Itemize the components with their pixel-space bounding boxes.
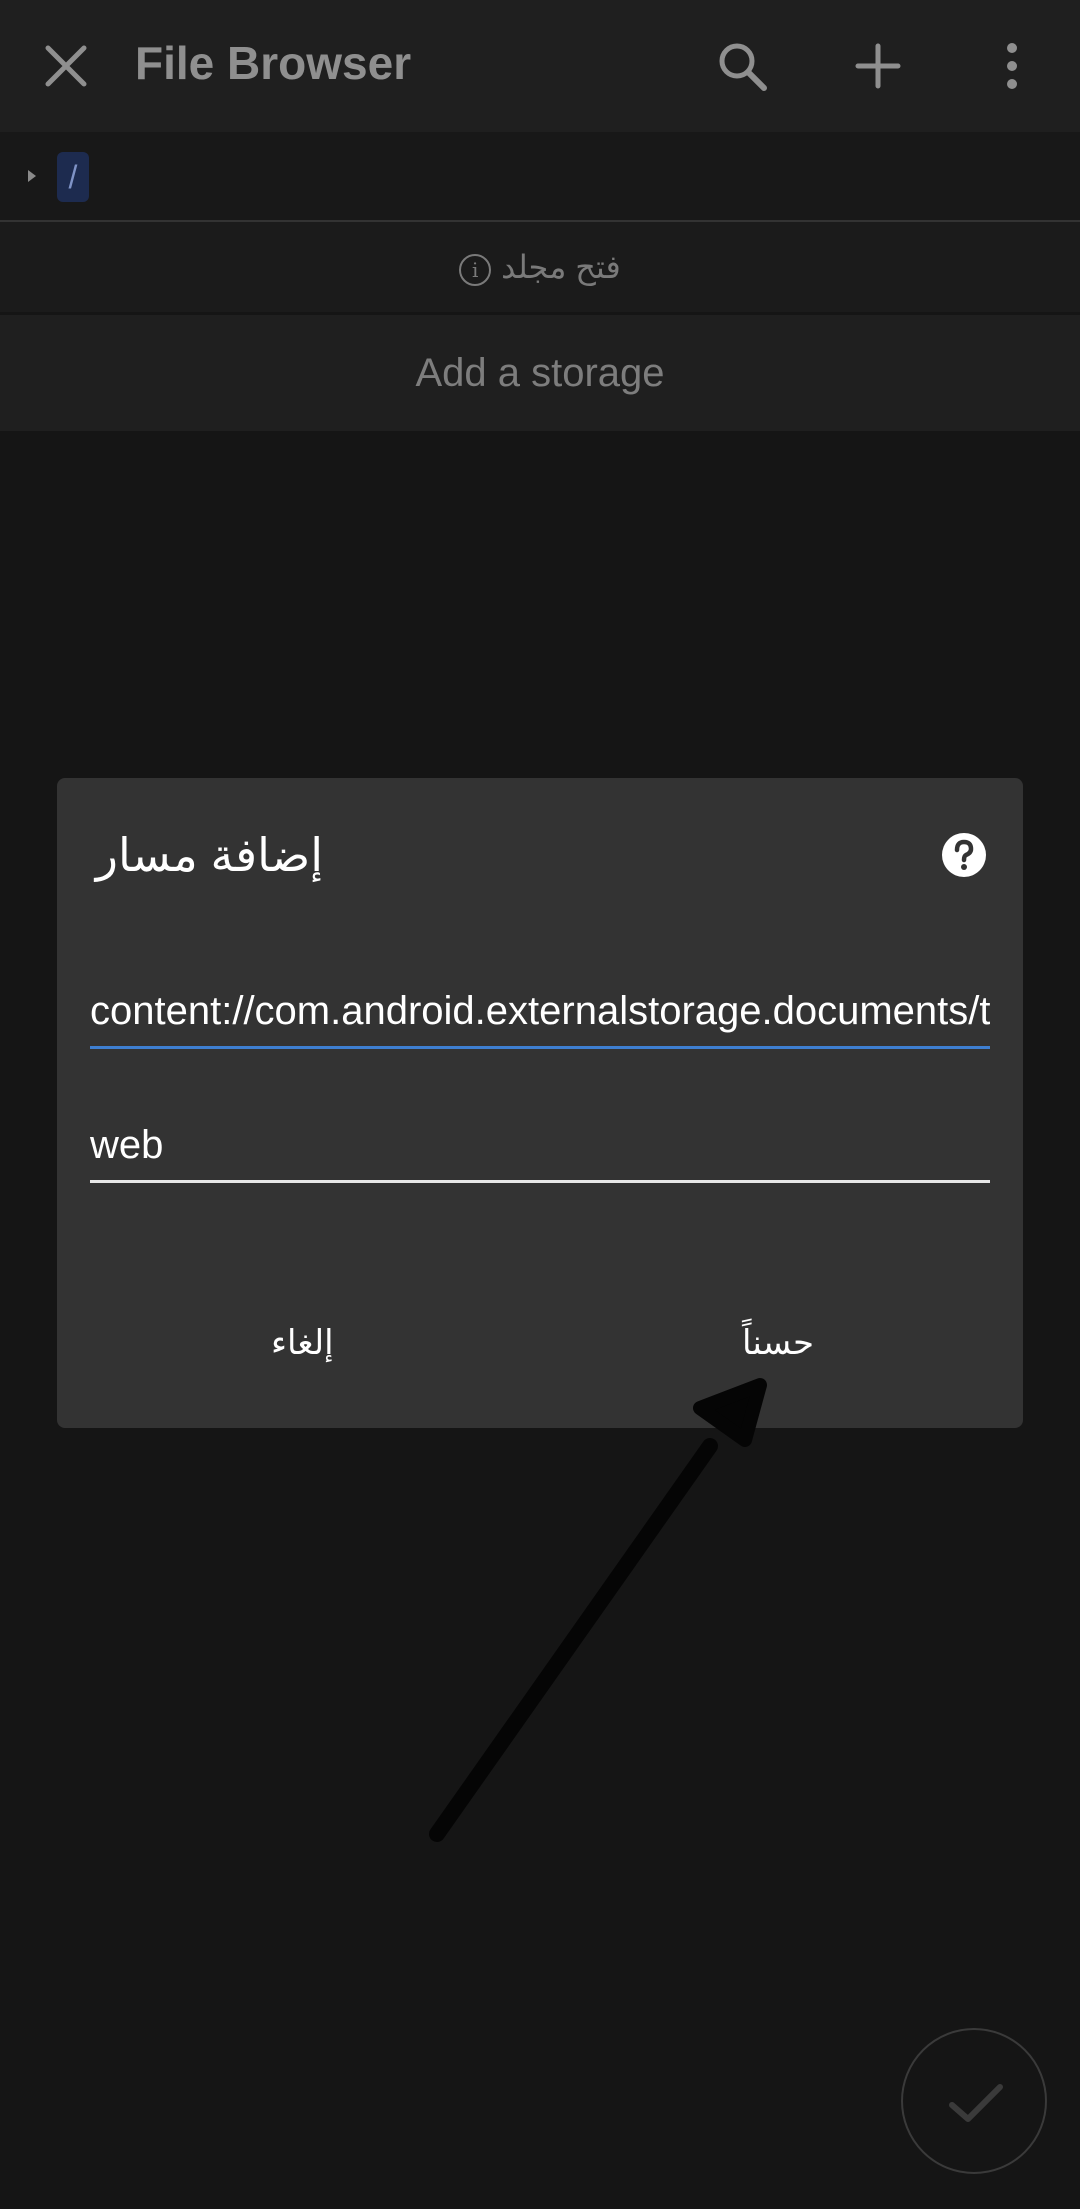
- search-icon[interactable]: [712, 36, 772, 96]
- check-icon: [949, 2084, 1003, 2122]
- breadcrumb: /: [0, 132, 1080, 222]
- app-title: File Browser: [135, 37, 412, 89]
- caret-right-icon: [26, 168, 38, 184]
- more-vert-icon[interactable]: [982, 36, 1042, 96]
- breadcrumb-root[interactable]: /: [57, 152, 89, 202]
- confirm-fab[interactable]: [901, 2028, 1047, 2174]
- app-bar: File Browser: [0, 0, 1080, 132]
- open-folder-label: فتح مجلد: [501, 249, 621, 285]
- open-folder-row[interactable]: i فتح مجلد: [0, 222, 1080, 312]
- close-icon[interactable]: [38, 38, 94, 94]
- name-input[interactable]: web: [90, 1110, 990, 1183]
- info-icon: i: [459, 253, 492, 286]
- dialog-title: إضافة مسار: [95, 829, 323, 881]
- ok-button[interactable]: حسناً: [742, 1323, 814, 1363]
- add-storage-button[interactable]: Add a storage: [0, 315, 1080, 431]
- help-icon[interactable]: [941, 832, 987, 878]
- add-path-dialog: إضافة مسار content://com.android.externa…: [57, 778, 1023, 1428]
- plus-icon[interactable]: [848, 36, 908, 96]
- path-input[interactable]: content://com.android.externalstorage.do…: [90, 976, 990, 1049]
- cancel-button[interactable]: إلغاء: [271, 1323, 334, 1363]
